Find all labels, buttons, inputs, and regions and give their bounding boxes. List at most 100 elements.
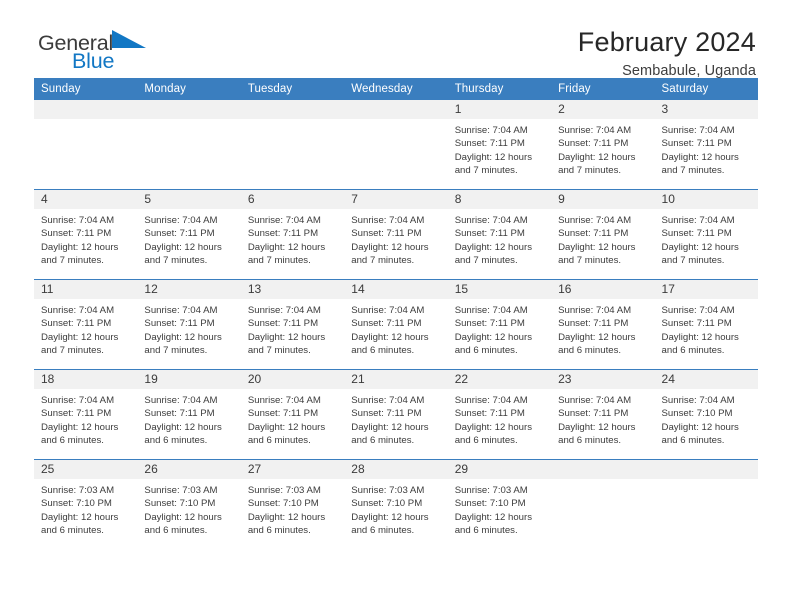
daylight-text-line1: Daylight: 12 hours xyxy=(351,241,429,253)
daylight-text-line1: Daylight: 12 hours xyxy=(144,241,222,253)
daylight-text-line1: Daylight: 12 hours xyxy=(247,511,326,523)
brand-logo[interactable]: General Blue xyxy=(34,28,168,73)
calendar-day-cell[interactable]: 8 Sunrise: 7:04 AM Sunset: 7:11 PM Daylight… xyxy=(447,189,552,280)
calendar-day-cell[interactable]: 18 Sunrise: 7:04 AM Sunset: 7:11 PM Dayligh… xyxy=(34,369,138,460)
day-cell-inner: 14 Sunrise: 7:04 AM Sunset: 7:11 PM Dayligh… xyxy=(344,280,448,369)
sunrise-text: Sunrise: 7:04 AM xyxy=(454,125,528,136)
sunset-text: Sunset: 7:10 PM xyxy=(247,498,319,510)
calendar-day-cell[interactable]: 1 Sunrise: 7:04 AM Sunset: 7:11 PM Daylight… xyxy=(447,100,552,190)
day-number: 27 xyxy=(240,460,345,479)
day-cell-inner: 6 Sunrise: 7:04 AM Sunset: 7:11 PM Daylight… xyxy=(240,190,345,279)
calendar-day-cell[interactable]: 2 Sunrise: 7:04 AM Sunset: 7:11 PM Daylight… xyxy=(551,100,655,190)
calendar-day-cell[interactable]: 22 Sunrise: 7:04 AM Sunset: 7:11 PM Dayligh… xyxy=(447,369,552,460)
calendar-day-cell[interactable]: 12 Sunrise: 7:04 AM Sunset: 7:11 PM Dayligh… xyxy=(137,279,241,370)
calendar-week-row: 1 Sunrise: 7:04 AM Sunset: 7:11 PM Daylight… xyxy=(34,100,758,190)
day-number-placeholder xyxy=(137,100,241,119)
calendar-day-cell[interactable]: 15 Sunrise: 7:04 AM Sunset: 7:11 PM Dayligh… xyxy=(447,279,552,370)
sunrise-text: Sunrise: 7:04 AM xyxy=(558,395,632,406)
calendar-day-cell[interactable]: 17 Sunrise: 7:04 AM Sunset: 7:11 PM Dayligh… xyxy=(654,279,758,370)
sunrise-text: Sunrise: 7:04 AM xyxy=(558,305,632,316)
daylight-text-line1: Daylight: 12 hours xyxy=(247,241,326,253)
calendar-day-cell[interactable]: 14 Sunrise: 7:04 AM Sunset: 7:11 PM Dayligh… xyxy=(344,279,448,370)
day-number: 16 xyxy=(551,280,655,299)
daylight-text-line1: Daylight: 12 hours xyxy=(41,331,119,343)
day-cell-inner: 29 Sunrise: 7:03 AM Sunset: 7:10 PM Dayligh… xyxy=(447,460,552,549)
day-number: 19 xyxy=(137,370,241,389)
daylight-text-line1: Daylight: 12 hours xyxy=(558,151,636,163)
sunrise-text: Sunrise: 7:04 AM xyxy=(661,125,735,136)
calendar-day-cell[interactable]: 5 Sunrise: 7:04 AM Sunset: 7:11 PM Daylight… xyxy=(137,189,241,280)
day-number: 29 xyxy=(447,460,552,479)
sunset-text: Sunset: 7:11 PM xyxy=(558,408,629,420)
sunset-text: Sunset: 7:11 PM xyxy=(454,318,525,330)
day-number: 20 xyxy=(240,370,345,389)
daylight-text-line1: Daylight: 12 hours xyxy=(247,331,326,343)
day-number: 6 xyxy=(240,190,345,209)
calendar-day-cell[interactable]: 21 Sunrise: 7:04 AM Sunset: 7:11 PM Dayligh… xyxy=(344,369,448,460)
calendar-day-cell[interactable]: 3 Sunrise: 7:04 AM Sunset: 7:11 PM Daylight… xyxy=(654,100,758,190)
daylight-text-line2: and 6 minutes. xyxy=(247,435,311,447)
daylight-text-line2: and 7 minutes. xyxy=(144,345,208,357)
daylight-text-line1: Daylight: 12 hours xyxy=(558,241,636,253)
day-number: 23 xyxy=(551,370,655,389)
day-cell-inner xyxy=(137,100,241,189)
sunrise-text: Sunrise: 7:04 AM xyxy=(454,395,528,406)
day-number: 21 xyxy=(344,370,448,389)
calendar-day-cell[interactable]: 24 Sunrise: 7:04 AM Sunset: 7:10 PM Dayligh… xyxy=(654,369,758,460)
calendar-day-cell[interactable]: 20 Sunrise: 7:04 AM Sunset: 7:11 PM Dayligh… xyxy=(240,369,345,460)
calendar-day-cell[interactable]: 26 Sunrise: 7:03 AM Sunset: 7:10 PM Dayligh… xyxy=(137,459,241,549)
calendar-day-cell[interactable]: 25 Sunrise: 7:03 AM Sunset: 7:10 PM Dayligh… xyxy=(34,459,138,549)
day-cell-inner: 28 Sunrise: 7:03 AM Sunset: 7:10 PM Dayligh… xyxy=(344,460,448,549)
daylight-text-line1: Daylight: 12 hours xyxy=(351,331,429,343)
day-number: 9 xyxy=(551,190,655,209)
day-details: Sunrise: 7:03 AM Sunset: 7:10 PM Daylight:… xyxy=(137,479,240,538)
day-details: Sunrise: 7:04 AM Sunset: 7:11 PM Daylight:… xyxy=(655,299,758,358)
daylight-text-line2: and 7 minutes. xyxy=(661,165,725,177)
day-cell-inner: 3 Sunrise: 7:04 AM Sunset: 7:11 PM Daylight… xyxy=(654,100,758,189)
calendar-day-cell[interactable]: 16 Sunrise: 7:04 AM Sunset: 7:11 PM Dayligh… xyxy=(551,279,655,370)
day-number-placeholder xyxy=(551,460,655,479)
daylight-text-line1: Daylight: 12 hours xyxy=(661,421,739,433)
blue-triangle-icon xyxy=(112,28,147,52)
day-details: Sunrise: 7:04 AM Sunset: 7:10 PM Daylight:… xyxy=(655,389,758,448)
sunset-text: Sunset: 7:11 PM xyxy=(454,138,525,150)
day-details: Sunrise: 7:04 AM Sunset: 7:11 PM Daylight:… xyxy=(551,389,654,448)
calendar-day-cell[interactable]: 9 Sunrise: 7:04 AM Sunset: 7:11 PM Daylight… xyxy=(551,189,655,280)
calendar-cell-empty xyxy=(551,459,655,549)
calendar-cell-empty xyxy=(344,100,448,190)
day-details: Sunrise: 7:04 AM Sunset: 7:11 PM Daylight:… xyxy=(655,119,758,178)
calendar-day-cell[interactable]: 27 Sunrise: 7:03 AM Sunset: 7:10 PM Dayligh… xyxy=(240,459,345,549)
sunrise-text: Sunrise: 7:04 AM xyxy=(41,215,115,226)
calendar-day-cell[interactable]: 29 Sunrise: 7:03 AM Sunset: 7:10 PM Dayligh… xyxy=(447,459,552,549)
calendar-day-cell[interactable]: 28 Sunrise: 7:03 AM Sunset: 7:10 PM Dayligh… xyxy=(344,459,448,549)
day-number: 11 xyxy=(34,280,138,299)
calendar-day-cell[interactable]: 6 Sunrise: 7:04 AM Sunset: 7:11 PM Daylight… xyxy=(240,189,345,280)
day-cell-inner: 8 Sunrise: 7:04 AM Sunset: 7:11 PM Daylight… xyxy=(447,190,552,279)
day-details: Sunrise: 7:04 AM Sunset: 7:11 PM Daylight:… xyxy=(655,209,758,268)
day-cell-inner: 18 Sunrise: 7:04 AM Sunset: 7:11 PM Dayligh… xyxy=(34,370,138,459)
sunset-text: Sunset: 7:10 PM xyxy=(144,498,216,510)
sunset-text: Sunset: 7:11 PM xyxy=(247,228,319,240)
weekday-header-monday: Monday xyxy=(137,78,241,100)
sunset-text: Sunset: 7:11 PM xyxy=(41,408,112,420)
calendar-day-cell[interactable]: 11 Sunrise: 7:04 AM Sunset: 7:11 PM Dayligh… xyxy=(34,279,138,370)
daylight-text-line1: Daylight: 12 hours xyxy=(661,331,739,343)
day-number: 8 xyxy=(447,190,552,209)
calendar-day-cell[interactable]: 4 Sunrise: 7:04 AM Sunset: 7:11 PM Daylight… xyxy=(34,189,138,280)
calendar-day-cell[interactable]: 10 Sunrise: 7:04 AM Sunset: 7:11 PM Dayligh… xyxy=(654,189,758,280)
calendar-page: General Blue February 2024 Sembabule, Ug… xyxy=(0,0,792,612)
calendar-day-cell[interactable]: 13 Sunrise: 7:04 AM Sunset: 7:11 PM Dayligh… xyxy=(240,279,345,370)
calendar-day-cell[interactable]: 19 Sunrise: 7:04 AM Sunset: 7:11 PM Dayligh… xyxy=(137,369,241,460)
day-cell-inner: 9 Sunrise: 7:04 AM Sunset: 7:11 PM Daylight… xyxy=(551,190,655,279)
day-details: Sunrise: 7:04 AM Sunset: 7:11 PM Daylight:… xyxy=(34,299,137,358)
daylight-text-line2: and 6 minutes. xyxy=(351,435,415,447)
sunrise-text: Sunrise: 7:04 AM xyxy=(351,305,425,316)
calendar-day-cell[interactable]: 7 Sunrise: 7:04 AM Sunset: 7:11 PM Daylight… xyxy=(344,189,448,280)
day-cell-inner: 7 Sunrise: 7:04 AM Sunset: 7:11 PM Daylight… xyxy=(344,190,448,279)
daylight-text-line2: and 6 minutes. xyxy=(351,525,415,537)
page-header: General Blue February 2024 Sembabule, Ug… xyxy=(34,0,758,80)
daylight-text-line2: and 7 minutes. xyxy=(454,255,518,267)
calendar-day-cell[interactable]: 23 Sunrise: 7:04 AM Sunset: 7:11 PM Dayligh… xyxy=(551,369,655,460)
day-cell-inner: 12 Sunrise: 7:04 AM Sunset: 7:11 PM Dayligh… xyxy=(137,280,241,369)
day-details: Sunrise: 7:04 AM Sunset: 7:11 PM Daylight:… xyxy=(34,389,137,448)
